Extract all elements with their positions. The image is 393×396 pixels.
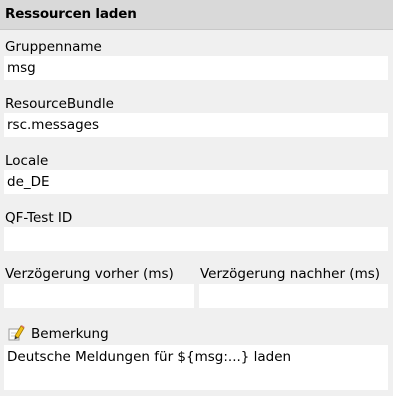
delay-before-label: Verzögerung vorher (ms) bbox=[5, 266, 174, 282]
delay-before-input[interactable] bbox=[4, 284, 194, 308]
qftest-id-input[interactable] bbox=[4, 227, 388, 251]
resource-bundle-label: ResourceBundle bbox=[5, 96, 114, 112]
panel-header: Ressourcen laden bbox=[0, 0, 393, 30]
qftest-id-label: QF-Test ID bbox=[5, 210, 73, 226]
remark-textarea[interactable]: Deutsche Meldungen für ${msg:...} laden bbox=[4, 345, 388, 390]
resource-bundle-input[interactable] bbox=[4, 113, 388, 137]
remark-label: Bemerkung bbox=[31, 326, 109, 342]
pencil-note-icon bbox=[7, 324, 25, 342]
group-name-label: Gruppenname bbox=[5, 39, 102, 55]
locale-input[interactable] bbox=[4, 170, 388, 194]
delay-after-label: Verzögerung nachher (ms) bbox=[200, 266, 381, 282]
panel-title: Ressourcen laden bbox=[5, 6, 137, 22]
delay-after-input[interactable] bbox=[199, 284, 388, 308]
group-name-input[interactable] bbox=[4, 56, 388, 80]
locale-label: Locale bbox=[5, 153, 49, 169]
